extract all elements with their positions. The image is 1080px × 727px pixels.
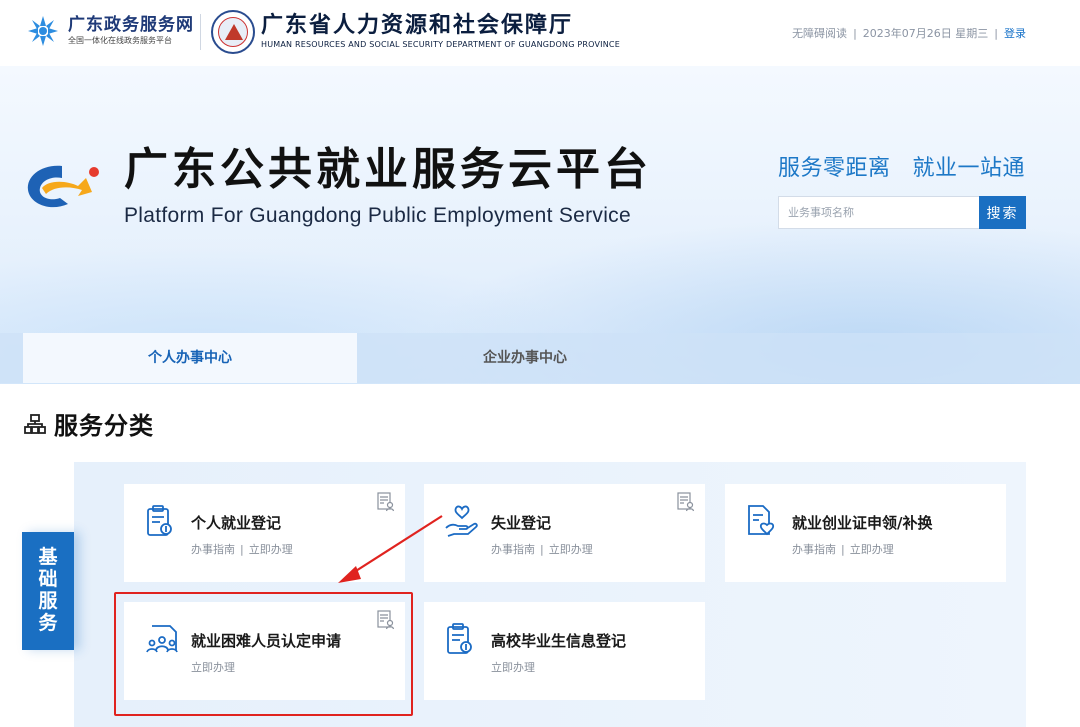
category-char: 础 xyxy=(38,568,58,590)
card-links: 立即办理 xyxy=(491,659,535,675)
apply-now-link[interactable]: 立即办理 xyxy=(249,543,293,556)
highlight-box xyxy=(114,592,413,716)
slogan-1: 服务零距离 xyxy=(778,156,891,181)
document-user-icon xyxy=(377,492,395,512)
category-char: 服 xyxy=(38,590,58,612)
link-separator: | xyxy=(853,26,857,40)
department-logo[interactable]: 广东省人力资源和社会保障厅 HUMAN RESOURCES AND SOCIAL… xyxy=(211,10,620,54)
slogan-2: 就业一站通 xyxy=(912,156,1026,181)
card-title: 就业创业证申领/补换 xyxy=(792,514,933,532)
annotation-arrow-icon xyxy=(330,510,450,590)
section-header: 服务分类 xyxy=(24,406,154,441)
snowflake-logo-icon xyxy=(26,14,60,48)
service-card-employment-certificate[interactable]: 就业创业证申领/补换 办事指南 | 立即办理 xyxy=(725,484,1006,582)
department-name-en: HUMAN RESOURCES AND SOCIAL SECURITY DEPA… xyxy=(261,40,620,49)
section-title: 服务分类 xyxy=(54,412,154,440)
service-guide-link[interactable]: 办事指南 xyxy=(792,543,836,556)
document-heart-icon xyxy=(745,504,777,538)
service-guide-link[interactable]: 办事指南 xyxy=(491,543,535,556)
card-links: 办事指南 | 立即办理 xyxy=(191,543,293,556)
link-separator: | xyxy=(994,26,998,40)
apply-now-link[interactable]: 立即办理 xyxy=(549,543,593,556)
search-input[interactable] xyxy=(778,196,979,229)
card-title: 个人就业登记 xyxy=(191,514,282,532)
tab-personal-center[interactable]: 个人办事中心 xyxy=(23,333,357,383)
gov-portal-subtitle: 全国一体化在线政务服务平台 xyxy=(68,36,172,45)
category-basic-services[interactable]: 基 础 服 务 xyxy=(22,532,74,650)
clipboard-badge-icon xyxy=(444,622,476,656)
platform-logo-icon xyxy=(22,158,106,216)
header-divider xyxy=(200,14,201,50)
service-card-graduate-registration[interactable]: 高校毕业生信息登记 立即办理 xyxy=(424,602,705,700)
accessibility-link[interactable]: 无障碍阅读 xyxy=(792,25,847,41)
document-user-icon xyxy=(677,492,695,512)
search-button[interactable]: 搜索 xyxy=(979,196,1026,229)
apply-now-link[interactable]: 立即办理 xyxy=(491,661,535,674)
search-bar: 搜索 xyxy=(778,196,1026,229)
hierarchy-icon xyxy=(24,413,46,435)
clipboard-badge-icon xyxy=(144,504,176,538)
card-links: 办事指南 | 立即办理 xyxy=(792,543,894,556)
apply-now-link[interactable]: 立即办理 xyxy=(850,543,894,556)
category-char: 基 xyxy=(38,546,58,568)
platform-title: 广东公共就业服务云平台 xyxy=(124,144,652,195)
top-bar: 广东政务服务网 全国一体化在线政务服务平台 广东省人力资源和社会保障厅 HUMA… xyxy=(0,0,1080,66)
card-title: 高校毕业生信息登记 xyxy=(491,632,627,650)
department-emblem-icon xyxy=(211,10,255,54)
department-name: 广东省人力资源和社会保障厅 xyxy=(261,13,574,38)
service-guide-link[interactable]: 办事指南 xyxy=(191,543,235,556)
gov-portal-name: 广东政务服务网 xyxy=(68,15,194,35)
card-title: 失业登记 xyxy=(491,514,552,532)
platform-subtitle: Platform For Guangdong Public Employment… xyxy=(124,204,631,227)
top-links: 无障碍阅读 | 2023年07月26日 星期三 | 登录 xyxy=(792,25,1026,41)
login-link[interactable]: 登录 xyxy=(1004,25,1026,41)
card-links: 办事指南 | 立即办理 xyxy=(491,543,593,556)
current-date: 2023年07月26日 星期三 xyxy=(862,27,989,40)
center-tabs: 个人办事中心 企业办事中心 xyxy=(0,333,1080,383)
category-char: 务 xyxy=(38,612,58,634)
tab-enterprise-center[interactable]: 企业办事中心 xyxy=(357,333,693,383)
slogan: 服务零距离 就业一站通 xyxy=(778,150,1025,182)
gov-portal-logo[interactable]: 广东政务服务网 全国一体化在线政务服务平台 xyxy=(26,14,194,48)
service-card-unemployment-registration[interactable]: 失业登记 办事指南 | 立即办理 xyxy=(424,484,705,582)
